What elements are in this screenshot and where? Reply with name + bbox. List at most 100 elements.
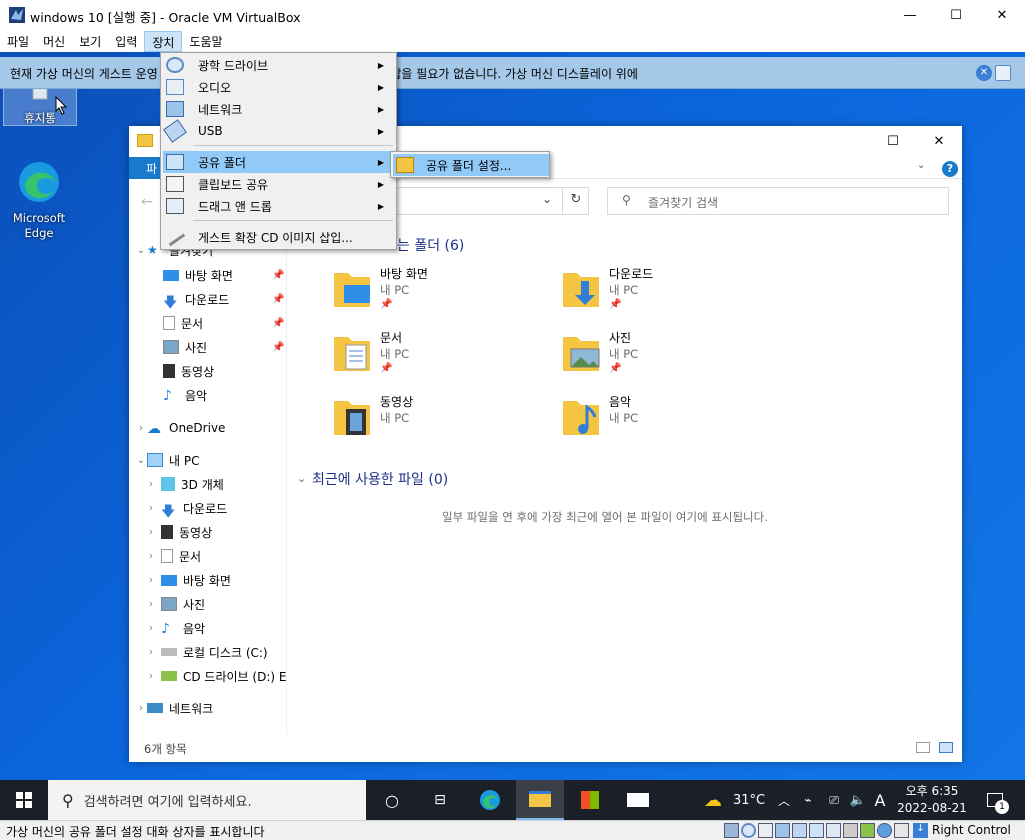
- large-icons-view-icon[interactable]: [939, 742, 953, 753]
- virtualization-status-icon[interactable]: [877, 823, 892, 838]
- chevron-right-icon[interactable]: ›: [145, 479, 157, 490]
- folder-downloads[interactable]: 다운로드 내 PC 📌: [551, 261, 781, 321]
- host-key-arrow-icon: ↓: [913, 823, 928, 838]
- menu-item-drag-drop[interactable]: 드래그 앤 드롭 ▶: [163, 195, 394, 217]
- chevron-right-icon[interactable]: ›: [145, 503, 157, 514]
- taskbar-store[interactable]: [566, 780, 614, 820]
- start-button[interactable]: [0, 780, 48, 820]
- weather-temp[interactable]: 31°C: [730, 780, 768, 820]
- ime-indicator[interactable]: A: [870, 780, 890, 820]
- folder-location: 내 PC: [380, 347, 410, 361]
- network-status-icon[interactable]: [775, 823, 790, 838]
- notice-close-icon[interactable]: ✕: [976, 65, 992, 81]
- cpu-status-icon[interactable]: [860, 823, 875, 838]
- menu-machine[interactable]: 머신: [36, 31, 72, 52]
- chevron-right-icon[interactable]: ›: [145, 599, 157, 610]
- menu-item-clipboard[interactable]: 클립보드 공유 ▶: [163, 173, 394, 195]
- task-view-icon[interactable]: ⊟: [418, 780, 462, 820]
- taskbar-file-explorer[interactable]: [516, 780, 564, 820]
- menu-item-shared-folder-settings[interactable]: 공유 폴더 설정...: [393, 154, 549, 176]
- tray-chevron-up-icon[interactable]: ︿: [774, 780, 794, 820]
- folder-documents[interactable]: 문서 내 PC 📌: [322, 325, 552, 385]
- explorer-maximize-button[interactable]: ☐: [870, 126, 916, 157]
- menu-item-insert-guest-additions[interactable]: 게스트 확장 CD 이미지 삽입...: [163, 226, 394, 248]
- audio-status-icon[interactable]: [758, 823, 773, 838]
- mouse-integration-notice: 현재 가상 머신의 게스트 운영 체제에서 마우스를 사용하기 위해서 포인터를…: [0, 57, 1025, 89]
- nav-pc-3d[interactable]: › 3D 개체: [145, 472, 303, 496]
- mouse-integration-status-icon[interactable]: [894, 823, 909, 838]
- nav-label: 음악: [183, 621, 206, 636]
- search-box[interactable]: ⚲ 즐겨찾기 검색: [607, 187, 949, 215]
- nav-network[interactable]: › 네트워크: [135, 696, 293, 720]
- nav-pc-cd-drive[interactable]: › CD 드라이브 (D:) E: [145, 664, 287, 688]
- menu-item-shared-folders[interactable]: 공유 폴더 ▶: [163, 151, 394, 173]
- nav-thispc[interactable]: ⌄ 내 PC: [135, 448, 293, 472]
- menu-view[interactable]: 보기: [72, 31, 108, 52]
- chevron-down-icon[interactable]: ⌄: [135, 245, 147, 256]
- recording-status-icon[interactable]: [843, 823, 858, 838]
- cortana-icon[interactable]: ○: [370, 780, 414, 820]
- address-bar[interactable]: ⌄ ↻: [391, 187, 589, 215]
- chevron-right-icon[interactable]: ›: [145, 623, 157, 634]
- menu-input[interactable]: 입력: [108, 31, 144, 52]
- details-view-icon[interactable]: [916, 742, 930, 753]
- network-disconnected-icon[interactable]: ⌁: [796, 780, 820, 820]
- notification-center[interactable]: 1: [978, 780, 1012, 820]
- chevron-down-icon[interactable]: ⌄: [297, 472, 306, 485]
- chevron-right-icon[interactable]: ›: [135, 703, 147, 714]
- nav-pc-local-disk[interactable]: › 로컬 디스크 (C:): [145, 640, 303, 664]
- menu-file[interactable]: 파일: [0, 31, 36, 52]
- maximize-button[interactable]: ☐: [933, 0, 979, 31]
- menu-item-audio[interactable]: 오디오 ▶: [163, 76, 394, 98]
- chevron-right-icon[interactable]: ›: [145, 647, 157, 658]
- help-icon[interactable]: ?: [942, 161, 958, 177]
- chevron-right-icon[interactable]: ›: [145, 671, 157, 682]
- nav-pc-pictures[interactable]: › 사진: [145, 592, 303, 616]
- folder-desktop[interactable]: 바탕 화면 내 PC 📌: [322, 261, 552, 321]
- nav-pc-documents[interactable]: › 문서: [145, 544, 303, 568]
- taskbar-edge[interactable]: [466, 780, 514, 820]
- back-arrow-icon[interactable]: ←: [141, 194, 153, 210]
- minimize-button[interactable]: —: [887, 0, 933, 31]
- explorer-close-button[interactable]: ✕: [916, 126, 962, 157]
- usb-status-icon[interactable]: [792, 823, 807, 838]
- taskbar-clock[interactable]: 오후 6:35 2022-08-21: [890, 780, 974, 820]
- volume-icon[interactable]: 🔈: [846, 780, 870, 820]
- menu-item-network[interactable]: 네트워크 ▶: [163, 98, 394, 120]
- nav-pc-downloads[interactable]: › 🡇 다운로드: [145, 496, 303, 521]
- optical-status-icon[interactable]: [741, 823, 756, 838]
- menu-help[interactable]: 도움말: [182, 31, 229, 52]
- address-dropdown-icon[interactable]: ⌄: [542, 192, 552, 206]
- display-icon[interactable]: ⎚: [822, 780, 846, 820]
- nav-label: 네트워크: [169, 701, 214, 716]
- folder-music[interactable]: 음악 내 PC: [551, 389, 781, 449]
- nav-pc-videos[interactable]: › 동영상: [145, 520, 303, 544]
- close-button[interactable]: ✕: [979, 0, 1025, 31]
- clipboard-icon: [166, 176, 184, 192]
- taskbar-search-box[interactable]: ⚲ 검색하려면 여기에 입력하세요.: [48, 780, 366, 820]
- chevron-right-icon[interactable]: ›: [145, 527, 157, 538]
- weather-icon[interactable]: ☁: [698, 780, 728, 820]
- chevron-right-icon[interactable]: ›: [145, 575, 157, 586]
- menu-item-optical-drive[interactable]: 광학 드라이브 ▶: [163, 54, 394, 76]
- nav-pc-desktop[interactable]: › 바탕 화면: [145, 568, 303, 592]
- menu-devices[interactable]: 장치: [144, 31, 183, 52]
- folder-videos[interactable]: 동영상 내 PC: [322, 389, 552, 449]
- taskbar-mail[interactable]: [614, 780, 662, 820]
- nav-onedrive[interactable]: › ☁ OneDrive: [135, 416, 293, 440]
- refresh-icon[interactable]: ↻: [562, 187, 589, 215]
- folder-pictures[interactable]: 사진 내 PC 📌: [551, 325, 781, 385]
- edge-desktop-icon[interactable]: Microsoft Edge: [2, 158, 76, 241]
- hdd-status-icon[interactable]: [724, 823, 739, 838]
- ribbon-expand-icon[interactable]: ⌄: [917, 160, 925, 171]
- nav-pc-music[interactable]: › ♪ 음악: [145, 616, 303, 640]
- shared-folder-status-icon[interactable]: [809, 823, 824, 838]
- chevron-down-icon[interactable]: ⌄: [135, 455, 147, 466]
- chevron-right-icon[interactable]: ›: [135, 423, 147, 434]
- mouse-capture-icon[interactable]: [995, 65, 1011, 81]
- quick-access-section-header[interactable]: 는 폴더 (6): [397, 235, 464, 255]
- display-status-icon[interactable]: [826, 823, 841, 838]
- menu-item-usb[interactable]: USB ▶: [163, 119, 394, 143]
- recent-files-section-header[interactable]: 최근에 사용한 파일 (0): [312, 469, 448, 489]
- chevron-right-icon[interactable]: ›: [145, 551, 157, 562]
